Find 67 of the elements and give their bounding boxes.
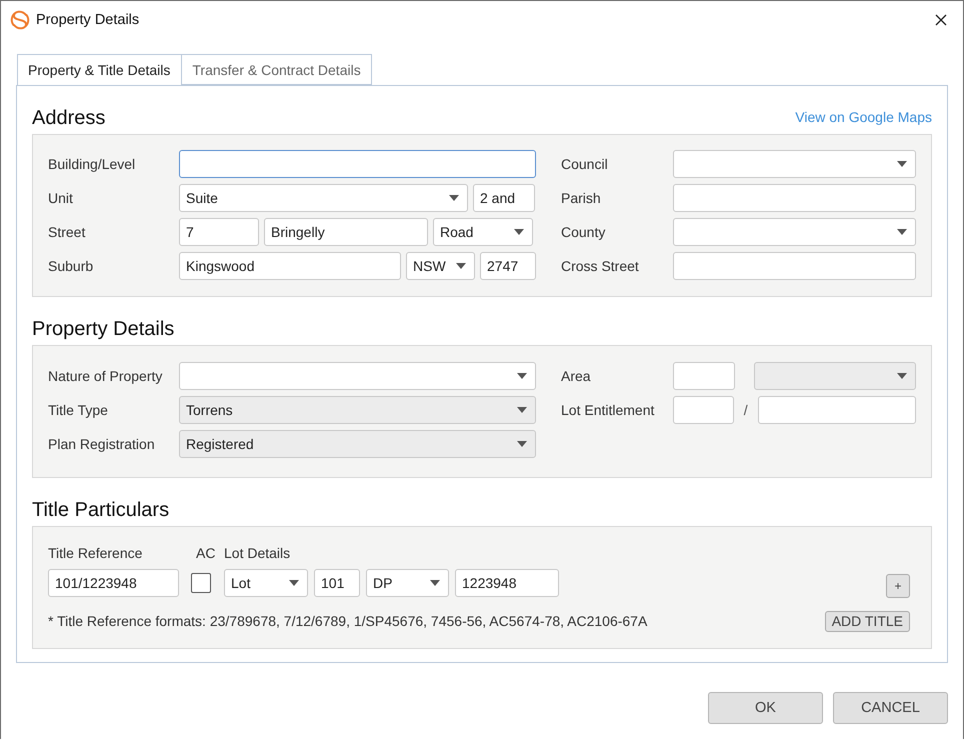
close-button[interactable] <box>933 12 949 28</box>
caret-icon <box>517 441 527 447</box>
input-field[interactable] <box>673 362 735 390</box>
dropdown[interactable]: Lot <box>224 569 308 597</box>
checkbox[interactable] <box>191 573 211 593</box>
caret-icon <box>517 407 527 413</box>
input-field[interactable] <box>673 252 916 280</box>
caret-icon <box>897 161 907 167</box>
field-label: County <box>561 224 606 240</box>
input-field[interactable]: 7 <box>179 218 259 246</box>
caret-icon <box>897 373 907 379</box>
dropdown[interactable] <box>673 218 916 246</box>
input-field[interactable] <box>758 396 916 424</box>
caret-icon <box>430 580 440 586</box>
field-label: Lot Entitlement <box>561 402 656 418</box>
dialog-button[interactable]: CANCEL <box>833 692 948 724</box>
field-label: Building/Level <box>48 156 136 172</box>
column-label: Title Reference <box>48 544 144 560</box>
dropdown[interactable]: DP <box>366 569 449 597</box>
field-label: Unit <box>48 190 74 206</box>
dropdown: Torrens <box>179 396 536 424</box>
caret-icon <box>456 263 466 269</box>
field-label: Parish <box>561 190 602 206</box>
input-field[interactable] <box>179 150 536 178</box>
field-label: Council <box>561 156 609 172</box>
dropdown[interactable]: NSW <box>406 252 475 280</box>
tab[interactable]: Property & Title Details <box>17 54 182 85</box>
tab[interactable]: Transfer & Contract Details <box>181 54 372 85</box>
caret-icon <box>449 195 459 201</box>
caret-icon <box>289 580 299 586</box>
caret-icon <box>897 229 907 235</box>
field-label: Area <box>561 368 592 384</box>
input-field[interactable]: 101 <box>314 569 360 597</box>
logo-icon <box>10 10 30 30</box>
field-label: Title Type <box>48 402 109 418</box>
caret-icon <box>517 373 527 379</box>
field-label: Cross Street <box>561 258 640 274</box>
field-label: Plan Registration <box>48 436 156 452</box>
field-label: Street <box>48 224 86 240</box>
field-label: Nature of Property <box>48 368 164 384</box>
column-label: AC <box>196 544 216 560</box>
section-heading: Address <box>32 106 106 131</box>
input-field[interactable]: 1223948 <box>455 569 559 597</box>
input-field[interactable]: 2747 <box>480 252 536 280</box>
input-field[interactable]: 2 and <box>473 184 535 212</box>
add-title-button[interactable]: ADD TITLE <box>824 610 910 632</box>
dropdown[interactable]: Suite <box>179 184 468 212</box>
dialog-button[interactable]: OK <box>708 692 823 724</box>
dropdown: Registered <box>179 430 536 458</box>
input-field[interactable] <box>673 396 734 424</box>
input-field[interactable]: Bringelly <box>264 218 428 246</box>
dropdown[interactable]: Road <box>433 218 533 246</box>
field-label: Suburb <box>48 258 94 274</box>
input-field[interactable] <box>673 184 916 212</box>
dropdown[interactable] <box>673 150 916 178</box>
format-note: * Title Reference formats: 23/789678, 7/12/6789, 1/SP45676, 7456-56, AC5674-78, AC2106-67A <box>48 613 648 629</box>
slash-separator: / <box>742 402 749 418</box>
add-button[interactable]: + <box>886 574 910 598</box>
column-label: Lot Details <box>224 544 290 560</box>
section-heading: Title Particulars <box>32 498 170 523</box>
section-heading: Property Details <box>32 317 174 342</box>
input-field[interactable]: Kingswood <box>179 252 401 280</box>
input-field[interactable]: 101/1223948 <box>48 569 179 597</box>
close-icon <box>935 14 947 26</box>
dropdown[interactable] <box>179 362 536 390</box>
window-title: Property Details <box>36 12 140 28</box>
caret-icon <box>514 229 524 235</box>
